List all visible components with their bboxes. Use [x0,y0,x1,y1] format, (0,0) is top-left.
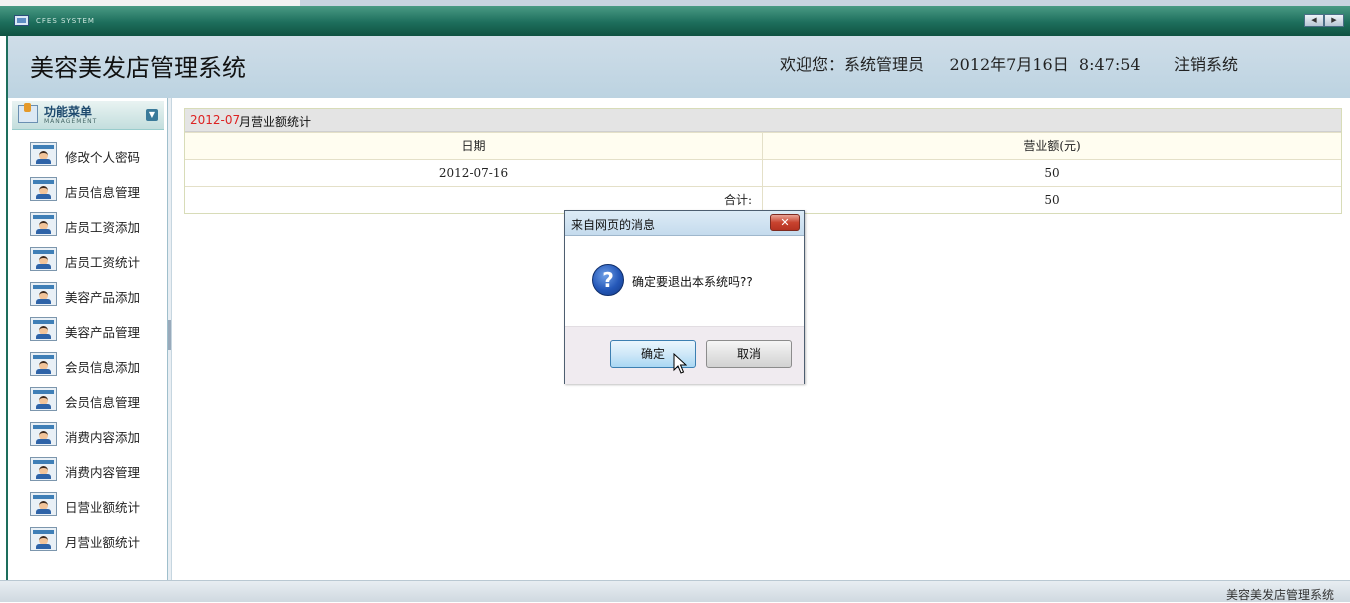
next-arrow-icon[interactable]: ▶ [1324,14,1344,27]
sidebar-item-label: 会员信息管理 [65,395,141,410]
system-title-bar: CFES SYSTEM ◀ ▶ [0,6,1350,36]
user-card-icon [30,352,57,376]
menu-subtitle: MANAGEMENT [44,118,98,125]
status-bar: 美容美发店管理系统 [0,580,1350,602]
sidebar-item-member-manage[interactable]: 会员信息管理 [8,383,166,418]
page-header: 美容美发店管理系统 欢迎您：系统管理员 2012年7月16日 8:47:54 注… [6,36,1350,98]
total-amount: 50 [1044,193,1060,207]
upload-icon [18,103,38,123]
current-date: 2012年7月16日 [949,55,1069,74]
table-row: 2012-07-16 50 [185,159,1341,186]
dialog-body: ? 确定要退出本系统吗?? [565,236,804,326]
sidebar-item-label: 会员信息添加 [65,360,141,375]
sidebar-item-label: 美容产品添加 [65,290,141,305]
user-card-icon [30,247,57,271]
user-card-icon [30,422,57,446]
sidebar-item-staff-info[interactable]: 店员信息管理 [8,173,166,208]
welcome-info: 欢迎您：系统管理员 2012年7月16日 8:47:54 [780,51,1141,75]
question-icon: ? [592,264,624,296]
sidebar-item-product-add[interactable]: 美容产品添加 [8,278,166,313]
user-card-icon [30,142,57,166]
sidebar-item-label: 美容产品管理 [65,325,141,340]
sidebar-item-monthly-revenue[interactable]: 月营业额统计 [8,523,166,558]
close-icon[interactable]: ✕ [770,214,800,231]
sidebar-item-label: 店员信息管理 [65,185,141,200]
user-card-icon [30,177,57,201]
sidebar-item-product-manage[interactable]: 美容产品管理 [8,313,166,348]
sidebar-item-consume-manage[interactable]: 消费内容管理 [8,453,166,488]
sidebar-item-label: 日营业额统计 [65,500,141,515]
table-total-row: 合计: 50 [185,186,1341,213]
sidebar-item-label: 修改个人密码 [65,150,141,165]
dialog-title: 来自网页的消息 [571,218,656,232]
app-title: 美容美发店管理系统 [30,54,246,82]
splitter-grip[interactable] [168,320,171,350]
sidebar-item-consume-add[interactable]: 消费内容添加 [8,418,166,453]
table-header-row: 日期 营业额(元) [185,132,1341,159]
current-time: 8:47:54 [1078,55,1141,74]
sidebar-item-member-add[interactable]: 会员信息添加 [8,348,166,383]
table-caption: 2012-07 月营业额统计 [185,109,1341,132]
user-card-icon [30,492,57,516]
sidebar-item-salary-add[interactable]: 店员工资添加 [8,208,166,243]
menu-header[interactable]: 功能菜单 MANAGEMENT ▼ [12,101,164,130]
revenue-table: 2012-07 月营业额统计 日期 营业额(元) 2012-07-16 50 合… [184,108,1342,214]
sidebar-item-salary-stats[interactable]: 店员工资统计 [8,243,166,278]
column-header-date: 日期 [185,133,763,159]
report-title: 月营业额统计 [239,115,312,129]
user-card-icon [30,527,57,551]
user-card-icon [30,282,57,306]
cell-amount: 50 [1044,166,1060,180]
welcome-text: 欢迎您：系统管理员 [780,55,925,74]
sidebar-item-daily-revenue[interactable]: 日营业额统计 [8,488,166,523]
prev-arrow-icon[interactable]: ◀ [1304,14,1324,27]
logout-link[interactable]: 注销系统 [1174,51,1238,75]
sidebar-item-label: 消费内容添加 [65,430,141,445]
user-card-icon [30,457,57,481]
collapse-chevron-icon[interactable]: ▼ [146,109,158,121]
monitor-icon [14,15,29,26]
sidebar-item-label: 月营业额统计 [65,535,141,550]
user-card-icon [30,212,57,236]
sidebar-item-label: 店员工资添加 [65,220,141,235]
nav-buttons: ◀ ▶ [1304,14,1344,27]
system-name: CFES SYSTEM [36,17,95,25]
cancel-button[interactable]: 取消 [706,340,792,368]
menu-list: 修改个人密码 店员信息管理 店员工资添加 店员工资统计 美容产品添加 美容产品管… [8,138,166,558]
user-card-icon [30,317,57,341]
cell-date: 2012-07-16 [185,160,763,186]
column-header-amount: 营业额(元) [1023,139,1081,153]
user-card-icon [30,387,57,411]
sidebar-item-change-password[interactable]: 修改个人密码 [8,138,166,173]
dialog-titlebar[interactable]: 来自网页的消息 ✕ [565,211,804,236]
footer-text: 美容美发店管理系统 [1225,588,1334,602]
dialog-message: 确定要退出本系统吗?? [632,275,753,289]
mouse-pointer-icon [673,353,687,374]
sidebar: 功能菜单 MANAGEMENT ▼ 修改个人密码 店员信息管理 店员工资添加 店… [6,98,168,580]
sidebar-item-label: 消费内容管理 [65,465,141,480]
report-month: 2012-07 [190,113,241,127]
sidebar-item-label: 店员工资统计 [65,255,141,270]
